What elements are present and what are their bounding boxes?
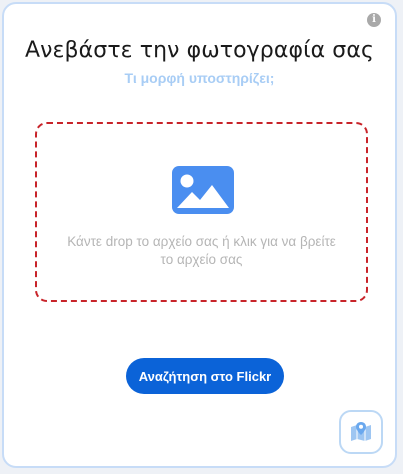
map-location-button[interactable] <box>339 410 383 454</box>
supported-formats-link[interactable]: Τι μορφή υποστηρίζει; <box>4 70 395 86</box>
dialog-title: Ανεβάστε την φωτογραφία σας <box>25 38 374 63</box>
info-icon[interactable]: i <box>367 13 381 27</box>
dropzone-text-line1: Κάντε drop το αρχείο σας ή κλικ για να β… <box>67 234 336 249</box>
upload-dialog: i Ανεβάστε την φωτογραφία σας Τι μορφή υ… <box>2 2 397 468</box>
dropzone-instructions: Κάντε drop το αρχείο σας ή κλικ για να β… <box>43 233 360 269</box>
map-pin-icon <box>351 422 371 441</box>
dropzone-text-line2: το αρχείο σας <box>160 252 243 267</box>
file-dropzone[interactable]: Κάντε drop το αρχείο σας ή κλικ για να β… <box>35 122 368 302</box>
image-icon <box>172 166 234 214</box>
search-flickr-button[interactable]: Αναζήτηση στο Flickr <box>126 358 284 394</box>
